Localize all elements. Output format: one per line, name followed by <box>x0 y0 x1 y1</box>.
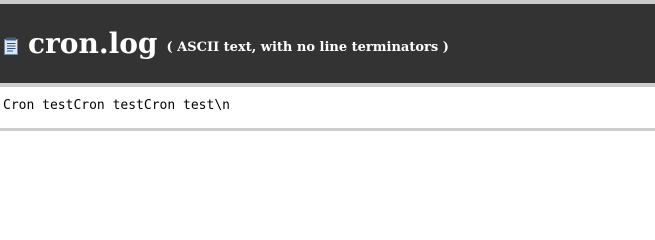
file-content: Cron testCron testCron test\n <box>0 87 655 131</box>
file-content-text: Cron testCron testCron test\n <box>3 98 230 113</box>
file-viewer-page: cron.log ( ASCII text, with no line term… <box>0 0 655 229</box>
file-header: cron.log ( ASCII text, with no line term… <box>0 0 655 87</box>
file-name-title: cron.log <box>28 27 158 60</box>
file-type-description: ( ASCII text, with no line terminators ) <box>166 40 449 55</box>
text-file-icon <box>4 37 19 55</box>
